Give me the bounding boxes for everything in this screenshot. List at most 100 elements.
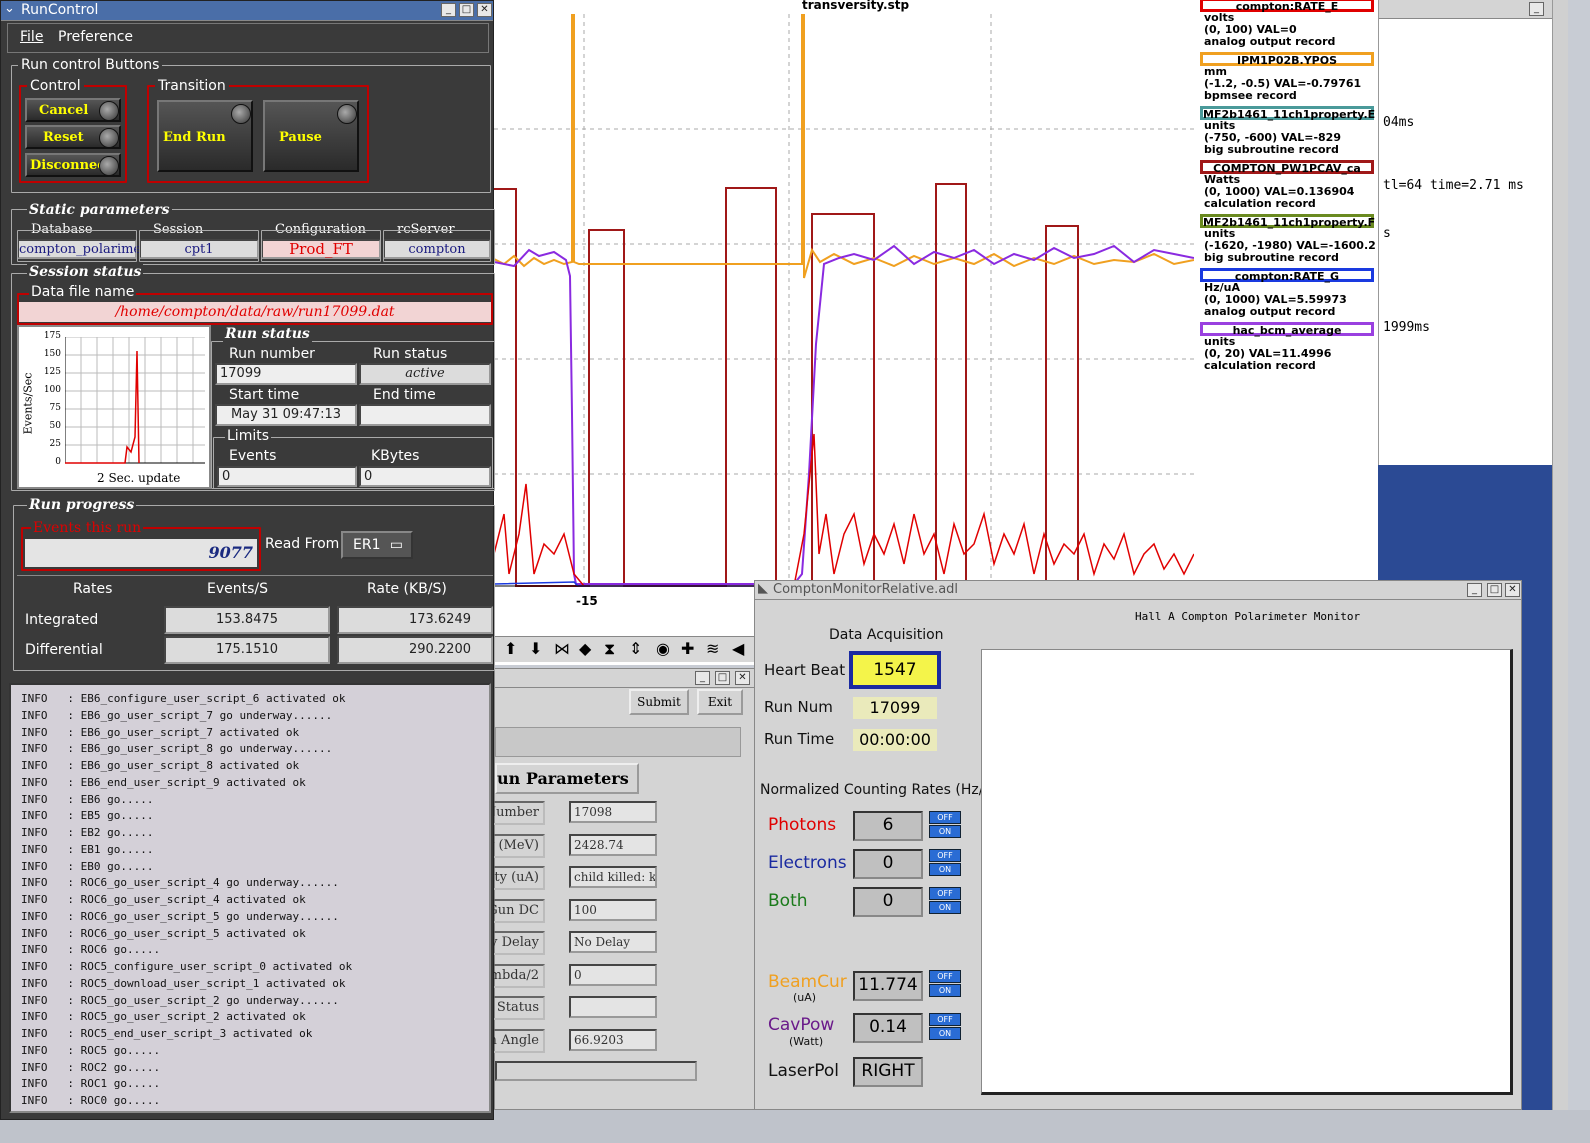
params-divider [495,727,741,757]
param-value[interactable] [569,996,657,1018]
maximize-icon[interactable]: □ [459,3,474,17]
params-titlebar[interactable]: _ □ ✕ [495,669,755,688]
led-icon [99,128,119,148]
pv-name[interactable]: compton:RATE_G [1200,268,1374,283]
dropdown-icon: ▭ [389,537,403,553]
scrollbar[interactable] [1552,0,1568,1110]
cavpow-toggle[interactable]: OFF ON [929,1013,963,1041]
beamcur-toggle[interactable]: OFF ON [929,970,963,998]
run-status-title: Run status [223,326,312,342]
maximize-icon[interactable]: □ [715,671,730,685]
param-value[interactable]: 66.9203 [569,1028,657,1051]
maximize-icon[interactable]: □ [1487,583,1502,597]
zoom-in-x-icon[interactable]: ⋈ [554,639,570,658]
rate-value: 6 [853,811,923,841]
pause-button[interactable]: Pause [263,100,359,172]
log-line: INFO : EB6_go_user_script_7 go underway.… [21,708,333,722]
minimize-icon[interactable]: _ [1529,2,1544,16]
log-line: INFO : ROC5_configure_user_script_0 acti… [21,960,353,973]
log-line: INFO : ROC6_go_user_script_4 go underway… [21,876,339,890]
zoom-in-y-icon[interactable]: ⧗ [604,639,615,659]
pv-info: big subroutine record [1204,143,1339,156]
menu-preference[interactable]: Preference [58,29,133,45]
pv-name[interactable]: COMPTON_PW1PCAV_ca [1200,160,1374,175]
run-number-label: Run number [227,346,317,362]
exit-button[interactable]: Exit [697,689,743,715]
runcontrol-titlebar[interactable]: ⌄ RunControl _ □ ✕ [1,1,493,21]
rate-label: Photons [768,815,837,835]
params-bottom-field[interactable] [495,1061,697,1081]
rates-title: Normalized Counting Rates (Hz/uA) [760,782,1008,798]
more-icon[interactable]: ◀ [732,639,744,658]
terminal-line: 1999ms [1383,320,1430,335]
param-value[interactable]: 2428.74 [569,833,657,856]
rate-value: 0 [853,849,923,879]
laserpol-value: RIGHT [853,1057,923,1087]
read-from-label: Read From: [265,536,345,552]
zoom-out-y-icon[interactable]: ⇕ [629,639,642,658]
events-s-header: Events/S [207,581,269,597]
events-limit-label: Events [227,448,279,464]
autoscale-icon[interactable]: ≋ [706,639,719,658]
window-menu-icon[interactable]: ◣ [758,581,768,596]
events-rate-minichart: Events/Sec 175 150 125 100 75 50 25 0 2 Sec. up… [17,325,211,489]
close-icon[interactable]: ✕ [1505,583,1520,597]
datafile-label: Data file name [29,284,137,300]
pv-name[interactable]: MF2b1461_11ch1property.F [1200,214,1375,229]
pv-info: bpmsee record [1204,89,1297,102]
scroll-up-icon[interactable]: ⬆ [504,639,517,658]
monitor-titlebar[interactable]: ◣ ComptonMonitorRelative.adl _ □ ✕ [755,581,1521,600]
events-limit-input[interactable]: 0 [217,466,357,487]
mini-tick: 25 [49,439,61,449]
log-line: INFO : ROC5_download_user_script_1 activ… [21,976,346,990]
read-from-select[interactable]: ER1 ▭ [341,531,413,559]
log-line: INFO : EB1 go..... [21,842,154,856]
minimize-icon[interactable]: _ [441,3,456,17]
cancel-button[interactable]: Cancel [25,98,121,122]
rate-value: 0 [853,887,923,917]
pv-name[interactable]: hac_bcm_average [1200,322,1374,337]
background-terminal-window: _ 04ms tl=64 time=2.71 ms s 1999ms [1378,0,1556,465]
submit-button[interactable]: Submit [629,689,689,715]
rate-toggle[interactable]: OFF ON [929,887,963,915]
window-title: RunControl [21,2,99,18]
rate-toggle[interactable]: OFF ON [929,811,963,839]
compton-monitor-window: ◣ ComptonMonitorRelative.adl _ □ ✕ Hall … [754,580,1522,1110]
reset-icon[interactable]: ◉ [656,639,670,658]
param-value[interactable]: No Delay [569,931,657,953]
terminal-titlebar[interactable]: _ [1379,0,1556,19]
terminal-line: 04ms [1383,115,1415,130]
scroll-down-icon[interactable]: ⬇ [529,639,542,658]
kbytes-limit-input[interactable]: 0 [359,466,491,487]
param-value[interactable]: 17098 [569,801,657,823]
log-line: INFO : EB6_go_user_script_8 go underway.… [21,742,333,756]
close-icon[interactable]: ✕ [477,3,492,17]
zoom-out-x-icon[interactable]: ◆ [579,639,591,658]
heartbeat-label: Heart Beat [764,661,846,679]
reset-button[interactable]: Reset [25,125,121,149]
param-value[interactable]: 100 [569,898,657,921]
integrated-events-value: 153.8475 [164,606,330,634]
add-icon[interactable]: ✚ [681,639,694,658]
mini-tick: 150 [43,349,61,359]
param-value[interactable]: child killed: kill [569,866,657,888]
disconnect-button[interactable]: Disconnect [25,153,121,177]
mini-tick: 175 [43,331,61,341]
log-line: INFO : ROC5_go_user_script_2 go underway… [21,993,339,1007]
strip-toolbar: ⬆ ⬇ ⋈ ◆ ⧗ ⇕ ◉ ✚ ≋ ◀ [494,636,754,662]
run-parameters-window: _ □ ✕ Submit Exit un Parameters Number 17… [475,668,756,1110]
minimize-icon[interactable]: _ [1467,583,1482,597]
pv-name[interactable]: IPM1P02B.YPOS [1200,52,1374,67]
events-this-run-label: Events this run [31,520,144,536]
end-run-button[interactable]: End Run [157,100,253,172]
rate-toggle[interactable]: OFF ON [929,849,963,877]
close-icon[interactable]: ✕ [735,671,750,685]
mini-footer: 2 Sec. update [97,471,181,485]
minimize-icon[interactable]: _ [695,671,710,685]
pv-name[interactable]: MF2b1461_11ch1property.E [1200,106,1375,121]
heartbeat-value: 1547 [849,651,941,689]
menu-file[interactable]: File [20,29,43,45]
log-line: INFO : ROC5_go_user_script_2 activated o… [21,1010,306,1024]
window-menu-icon[interactable]: ⌄ [4,1,15,16]
param-value[interactable]: 0 [569,963,657,986]
